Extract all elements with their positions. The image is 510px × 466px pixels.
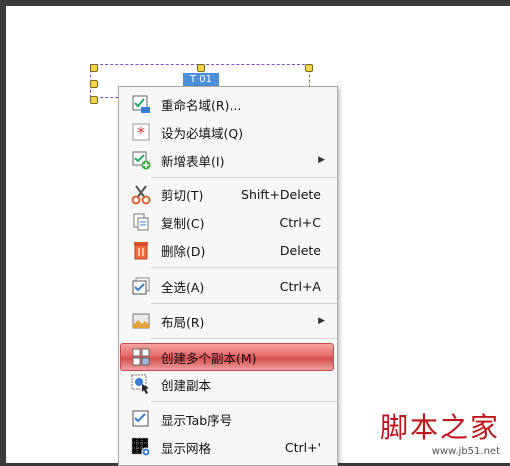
menu-item-required[interactable]: * 设为必填域(Q) bbox=[121, 119, 335, 145]
resize-handle-bottom-left[interactable] bbox=[90, 96, 98, 104]
tab-order-icon bbox=[127, 406, 155, 432]
select-all-icon bbox=[127, 273, 155, 299]
required-asterisk-icon: * bbox=[127, 119, 155, 145]
grid-icon bbox=[127, 434, 155, 460]
menu-separator bbox=[151, 401, 337, 402]
trash-icon bbox=[127, 237, 155, 263]
resize-handle-top-left[interactable] bbox=[90, 64, 98, 72]
submenu-arrow-icon: ▶ bbox=[318, 316, 325, 326]
menu-item-delete[interactable]: 删除(D) Delete bbox=[121, 237, 335, 263]
watermark-logo-text: 脚本之家 bbox=[379, 411, 500, 444]
multi-copy-icon bbox=[127, 344, 155, 370]
menu-item-layout[interactable]: 布局(R) ▶ bbox=[121, 308, 335, 334]
duplicate-icon bbox=[127, 371, 155, 397]
field-tag: T 01 bbox=[183, 73, 219, 87]
submenu-arrow-icon: ▶ bbox=[318, 155, 325, 165]
menu-separator bbox=[151, 177, 337, 178]
resize-handle-left[interactable] bbox=[90, 80, 98, 88]
menu-item-select-all[interactable]: 全选(A) Ctrl+A bbox=[121, 273, 335, 299]
menu-item-cut[interactable]: 剪切(T) Shift+Delete bbox=[121, 181, 335, 207]
menu-item-create-multiple-copies[interactable]: 创建多个副本(M) bbox=[120, 343, 334, 371]
context-menu: 重命名域(R)... * 设为必填域(Q) 新增表单(I) ▶ 剪切(T) Sh… bbox=[118, 86, 338, 466]
layout-icon bbox=[127, 308, 155, 334]
copy-icon bbox=[127, 209, 155, 235]
menu-separator bbox=[151, 267, 337, 268]
menu-item-copy[interactable]: 复制(C) Ctrl+C bbox=[121, 209, 335, 235]
resize-handle-top-right[interactable] bbox=[305, 64, 313, 72]
menu-item-new-form[interactable]: 新增表单(I) ▶ bbox=[121, 147, 335, 173]
new-form-icon bbox=[127, 147, 155, 173]
watermark-url: www.jb51.net bbox=[431, 446, 500, 457]
menu-separator bbox=[151, 338, 337, 339]
watermark: 脚本之家 www.jb51.net bbox=[380, 406, 500, 457]
menu-item-show-grid[interactable]: 显示网格 Ctrl+' bbox=[121, 434, 335, 460]
resize-handle-top[interactable] bbox=[197, 64, 205, 72]
svg-text:*: * bbox=[137, 123, 145, 141]
menu-item-rename[interactable]: 重命名域(R)... bbox=[121, 91, 335, 117]
rename-icon bbox=[127, 91, 155, 117]
menu-item-show-tab-order[interactable]: 显示Tab序号 bbox=[121, 406, 335, 432]
menu-separator bbox=[151, 303, 337, 304]
menu-item-create-copy[interactable]: 创建副本 bbox=[121, 371, 335, 397]
scissors-icon bbox=[127, 181, 155, 207]
